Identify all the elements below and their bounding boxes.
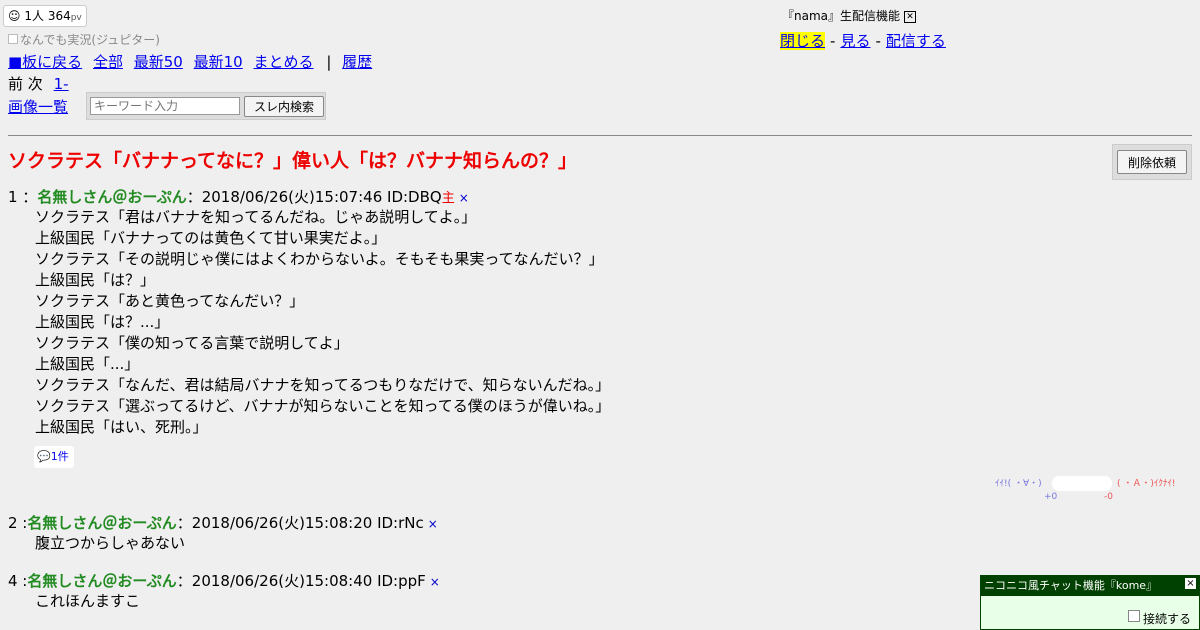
thread-search-box: スレ内検索: [86, 92, 326, 120]
board-title-text: なんでも実況(ジュピター): [20, 33, 160, 47]
post-line: 上級国民「はい、死刑。」: [35, 418, 208, 436]
post-header: 4 :名無しさん＠おーぷん：2018/06/26(火)15:08:40 ID:p…: [8, 570, 440, 591]
post-line: ソクラテス「なんだ、君は結局バナナを知ってるつもりなだけで、知らないんだね。」: [35, 376, 611, 394]
latest10-link[interactable]: 最新10: [194, 53, 243, 71]
hide-post-icon[interactable]: ×: [430, 575, 440, 589]
image-list-link[interactable]: 画像一覧: [8, 98, 68, 116]
vote-good-count: +0: [1044, 492, 1058, 502]
poster-name: 名無しさん＠おーぷん: [27, 514, 177, 532]
post-line: ソクラテス「君はバナナを知ってるんだね。じゃあ説明してよ。」: [35, 208, 477, 226]
board-title: なんでも実況(ジュピター): [8, 31, 160, 48]
chat-close-icon[interactable]: ×: [1185, 578, 1196, 589]
viewer-icon: ☺: [8, 9, 21, 23]
chat-connect-toggle[interactable]: 接続する: [1127, 610, 1191, 627]
connect-checkbox[interactable]: [1127, 610, 1140, 622]
nama-watch-link[interactable]: 見る: [840, 32, 870, 50]
vote-bar: [1052, 476, 1112, 491]
post-line: 上級国民「バナナってのは黄色くて甘い果実だよ。」: [35, 229, 387, 247]
post-header: 2 :名無しさん＠おーぷん：2018/06/26(火)15:08:20 ID:r…: [8, 512, 438, 533]
poster-name: 名無しさん＠おーぷん: [27, 572, 177, 590]
viewer-count: 1人: [24, 9, 44, 23]
post-header: 1 ：名無しさん＠おーぷん：2018/06/26(火)15:07:46 ID:D…: [8, 186, 469, 207]
post-number: 1 ：: [8, 188, 38, 206]
nama-dash: -: [875, 32, 881, 50]
post-line: ソクラテス「僕の知ってる言葉で説明してよ」: [35, 334, 349, 352]
post-line: 上級国民「...」: [35, 355, 140, 373]
post-line: ソクラテス「あと黄色ってなんだい？」: [35, 292, 305, 310]
thread-title: ソクラテス「バナナってなに？」偉い人「は？バナナ知らんの？」: [8, 150, 578, 172]
post-meta: ：2018/06/26(火)15:08:40 ID:ppF: [176, 572, 426, 590]
post-meta: ：2018/06/26(火)15:08:20 ID:rNc: [176, 514, 424, 532]
post-line: ソクラテス「選ぶってるけど、バナナが知らないことを知ってる僕のほうが偉いね。」: [35, 397, 611, 415]
delete-request-button[interactable]: 削除依頼: [1117, 150, 1187, 174]
post-line: 上級国民「は？...」: [35, 313, 170, 331]
all-posts-link[interactable]: 全部: [93, 53, 123, 71]
nama-dash: -: [830, 32, 836, 50]
nav-separator: |: [326, 53, 332, 71]
back-to-board-link[interactable]: ■板に戻る: [8, 53, 82, 71]
nama-close-link[interactable]: 閉じる: [780, 32, 826, 50]
search-in-thread-button[interactable]: スレ内検索: [244, 96, 324, 117]
post-body: これほんますこ: [35, 591, 140, 612]
connect-label: 接続する: [1142, 612, 1191, 626]
hide-post-icon[interactable]: ×: [459, 191, 469, 205]
pager-range-link[interactable]: 1-: [54, 75, 69, 93]
reply-count: 1件: [50, 450, 69, 463]
summarize-link[interactable]: まとめる: [254, 53, 314, 71]
nama-label-text: 『nama』生配信機能: [782, 9, 901, 23]
chat-title: ニコニコ風チャット機能『kome』: [981, 576, 1199, 596]
hide-post-icon[interactable]: ×: [428, 517, 438, 531]
latest50-link[interactable]: 最新50: [134, 53, 183, 71]
nama-links: 閉じる - 見る - 配信する: [780, 30, 946, 51]
post-body: 腹立つからしゃあない: [35, 533, 185, 554]
kome-chat-widget: ニコニコ風チャット機能『kome』 × 接続する: [980, 575, 1200, 630]
delete-request-box: 削除依頼: [1112, 144, 1192, 180]
post-line: ソクラテス「その説明じゃ僕にはよくわからないよ。そもそも果実ってなんだい？」: [35, 250, 604, 268]
nama-feature-label: 『nama』生配信機能 ✕: [782, 7, 917, 24]
post-line: 腹立つからしゃあない: [35, 534, 186, 552]
history-link[interactable]: 履歴: [342, 53, 372, 71]
reply-count-button[interactable]: 💬1件: [34, 446, 74, 468]
post-number: 4 :: [8, 572, 28, 590]
viewer-counter: ☺ 1人 364pv: [3, 5, 87, 27]
post-body: ソクラテス「君はバナナを知ってるんだね。じゃあ説明してよ。」 上級国民「バナナっ…: [35, 207, 610, 438]
nama-close-icon[interactable]: ✕: [904, 11, 917, 23]
vote-bad-button[interactable]: ( ・Ａ・)ｲｸﾅｲ!: [1117, 476, 1176, 489]
pageview-unit: pv: [70, 13, 82, 23]
post-meta: ：2018/06/26(火)15:07:46 ID:DBQ: [186, 188, 442, 206]
pager-prev: 前: [8, 75, 24, 93]
post-line: これほんますこ: [35, 592, 141, 610]
board-square-icon: [8, 34, 18, 44]
poster-name: 名無しさん＠おーぷん: [37, 188, 187, 206]
keyword-input[interactable]: [90, 97, 240, 115]
vote-good-button[interactable]: ｲｲ!( ・∀・): [995, 476, 1042, 489]
comment-icon: 💬: [37, 450, 51, 463]
thread-nav: ■板に戻る 全部 最新50 最新10 まとめる | 履歴: [8, 51, 378, 72]
post-line: 上級国民「は？」: [35, 271, 156, 289]
vote-bad-count: -0: [1104, 492, 1113, 502]
nama-broadcast-link[interactable]: 配信する: [886, 32, 946, 50]
owner-badge: 主: [441, 191, 455, 206]
pager: 前 次 1-: [8, 73, 69, 94]
post-number: 2 :: [8, 514, 28, 532]
pager-next: 次: [27, 75, 43, 93]
divider: [8, 135, 1192, 136]
pageview-count: 364: [47, 9, 71, 23]
